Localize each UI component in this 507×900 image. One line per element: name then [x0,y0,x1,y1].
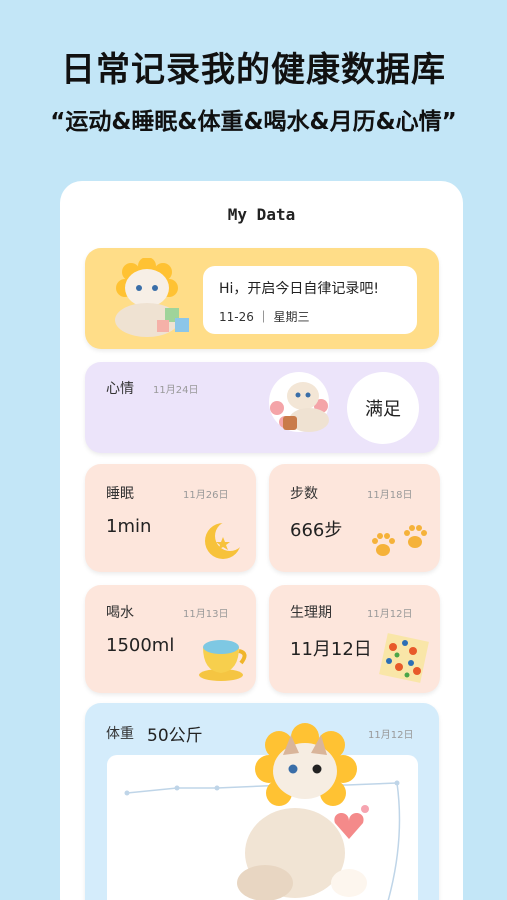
phone-screen: My Data Hi，开启今日自律记录吧! 11-26 ｜ 星期三 心情 11月… [60,181,463,900]
sleep-label: 睡眠 [106,486,134,502]
mood-card[interactable]: 心情 11月24日 满足 [85,362,439,453]
water-card[interactable]: 喝水 11月13日 1500ml [85,585,256,693]
promo-title: 日常记录我的健康数据库 [61,50,446,90]
weight-value: 50公斤 [147,726,203,746]
period-label: 生理期 [290,605,332,621]
page-title: My Data [227,205,296,224]
promo-subtitle: “运动&睡眠&体重&喝水&月历&心情” [50,109,457,135]
steps-value: 666步 [290,520,343,541]
period-card[interactable]: 生理期 11月12日 11月12日 [269,585,440,693]
period-date: 11月12日 [367,609,413,620]
steps-card[interactable]: 步数 11月18日 666步 [269,464,440,572]
greeting-card[interactable]: Hi，开启今日自律记录吧! 11-26 ｜ 星期三 [85,248,439,349]
steps-label: 步数 [290,486,318,502]
mood-label: 心情 [106,381,134,397]
sleep-value: 1min [106,516,152,537]
greeting-date: 11-26 ｜ 星期三 [219,310,310,324]
weight-label: 体重 [106,726,134,742]
teacup-icon [199,640,247,681]
greeting-bubble: Hi，开启今日自律记录吧! 11-26 ｜ 星期三 [203,266,417,334]
water-value: 1500ml [106,635,175,656]
mood-date: 11月24日 [153,385,199,396]
moon-icon [205,521,245,559]
paw-icon [372,525,427,556]
mood-value: 满足 [347,372,419,444]
sleep-date: 11月26日 [183,490,229,501]
sleep-card[interactable]: 睡眠 11月26日 1min [85,464,256,572]
water-label: 喝水 [106,605,134,621]
cat-sunflower-icon [115,258,189,337]
period-value: 11月12日 [290,639,372,660]
cat-flower-icon [269,372,329,432]
floral-pillow-icon [379,633,429,683]
cat-heart-icon [237,723,369,900]
greeting-text: Hi，开启今日自律记录吧! [219,281,380,297]
weight-card[interactable]: 体重 50公斤 11月12日 [85,703,439,900]
water-date: 11月13日 [183,609,229,620]
steps-date: 11月18日 [367,490,413,501]
